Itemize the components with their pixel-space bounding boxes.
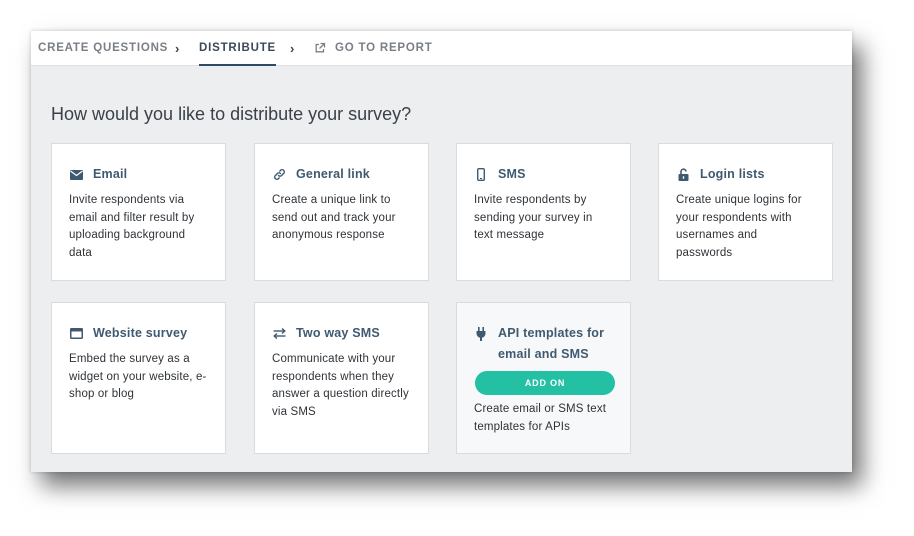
card-title-text: SMS	[498, 167, 526, 181]
option-card-two-way-sms[interactable]: Two way SMS Communicate with your respon…	[254, 302, 429, 454]
nav-step-label: GO TO REPORT	[335, 42, 433, 54]
card-title-text: Two way SMS	[296, 326, 380, 340]
option-card-login-lists[interactable]: Login lists Create unique logins for you…	[658, 143, 833, 281]
card-title: API templates for email and SMS	[474, 323, 614, 365]
option-card-email[interactable]: Email Invite respondents via email and f…	[51, 143, 226, 281]
unlock-icon	[676, 164, 690, 185]
nav-step-create-questions[interactable]: CREATE QUESTIONS	[38, 31, 168, 65]
chevron-right-icon: ›	[175, 40, 181, 56]
option-card-website-survey[interactable]: Website survey Embed the survey as a wid…	[51, 302, 226, 454]
app-window: CREATE QUESTIONS › DISTRIBUTE › GO TO RE…	[31, 31, 852, 472]
card-title-text: Email	[93, 167, 128, 181]
card-title-text: API templates for email and SMS	[498, 326, 605, 361]
option-card-api-templates[interactable]: API templates for email and SMS ADD ON C…	[456, 302, 631, 454]
card-description: Embed the survey as a widget on your web…	[69, 353, 207, 400]
card-title: Website survey	[69, 323, 209, 344]
card-description: Invite respondents via email and filter …	[69, 194, 195, 259]
card-title: Login lists	[676, 164, 816, 185]
card-title: Email	[69, 164, 209, 185]
external-link-icon	[314, 42, 326, 54]
card-description: Create email or SMS text templates for A…	[474, 403, 607, 433]
step-navigation: CREATE QUESTIONS › DISTRIBUTE › GO TO RE…	[31, 31, 852, 66]
nav-step-label: CREATE QUESTIONS	[38, 42, 169, 54]
page-heading: How would you like to distribute your su…	[51, 104, 412, 124]
card-description: Create unique logins for your respondent…	[676, 194, 802, 259]
card-title: SMS	[474, 164, 614, 185]
option-card-general-link[interactable]: General link Create a unique link to sen…	[254, 143, 429, 281]
nav-step-go-to-report[interactable]: GO TO REPORT	[314, 31, 433, 65]
link-icon	[272, 164, 286, 185]
nav-step-distribute[interactable]: DISTRIBUTE	[199, 31, 276, 66]
add-on-button[interactable]: ADD ON	[475, 371, 615, 395]
envelope-icon	[69, 164, 83, 185]
card-description: Communicate with your respondents when t…	[272, 353, 409, 418]
phone-icon	[474, 164, 488, 185]
card-title-text: Website survey	[93, 326, 188, 340]
card-title: Two way SMS	[272, 323, 412, 344]
card-description: Invite respondents by sending your surve…	[474, 194, 593, 241]
card-description: Create a unique link to send out and tra…	[272, 194, 396, 241]
card-title: General link	[272, 164, 412, 185]
browser-window-icon	[69, 323, 83, 344]
chevron-right-icon: ›	[290, 40, 296, 56]
plug-icon	[474, 323, 488, 344]
nav-step-label: DISTRIBUTE	[199, 42, 276, 54]
swap-arrows-icon	[272, 323, 286, 344]
card-title-text: Login lists	[700, 167, 765, 181]
card-title-text: General link	[296, 167, 370, 181]
option-card-sms[interactable]: SMS Invite respondents by sending your s…	[456, 143, 631, 281]
